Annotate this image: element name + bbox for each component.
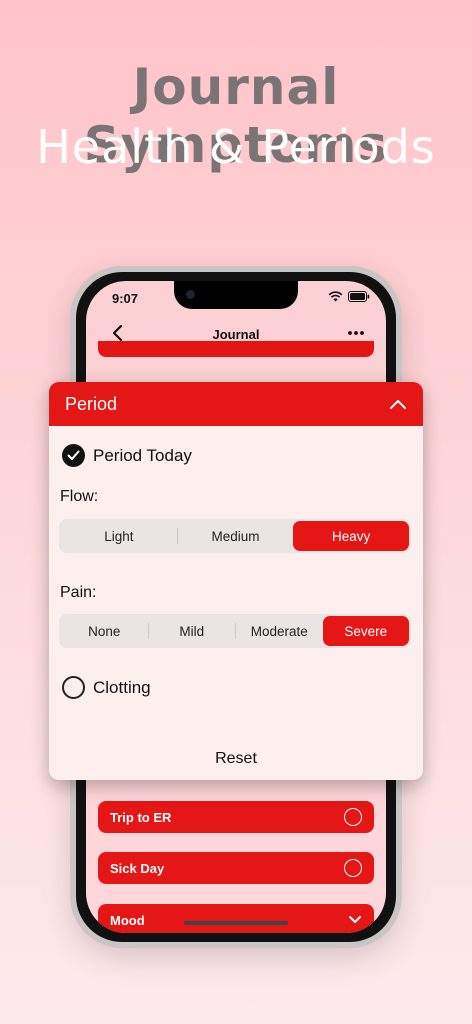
period-card-header[interactable]: Period (49, 382, 423, 426)
pain-segmented-control: None Mild Moderate Severe (59, 614, 411, 648)
pain-option-severe[interactable]: Severe (322, 616, 409, 646)
pain-option-mild[interactable]: Mild (149, 616, 236, 646)
home-indicator (184, 921, 288, 925)
status-time: 9:07 (112, 291, 139, 306)
period-card-title: Period (65, 393, 118, 414)
flow-label: Flow: (60, 488, 99, 505)
flow-option-medium[interactable]: Medium (178, 521, 294, 551)
notch (174, 281, 298, 309)
clotting-label: Clotting (93, 677, 151, 697)
hero-subtitle: Health & Periods (36, 120, 436, 174)
camera-icon (186, 290, 195, 299)
empty-circle-icon[interactable] (62, 676, 85, 699)
collapsed-section-bar (98, 341, 374, 357)
sick-day-row[interactable]: Sick Day (98, 852, 374, 884)
checkmark-circle-icon[interactable] (62, 444, 85, 467)
period-today-label: Period Today (93, 445, 192, 465)
pain-label: Pain: (60, 584, 97, 601)
wifi-icon (328, 291, 343, 302)
mood-label: Mood (110, 912, 145, 928)
sick-day-radio-icon[interactable] (344, 859, 362, 877)
flow-option-light[interactable]: Light (61, 521, 177, 551)
sick-day-label: Sick Day (110, 860, 165, 876)
reset-button[interactable]: Reset (49, 750, 423, 768)
mood-row[interactable]: Mood (98, 904, 374, 933)
clotting-checkbox[interactable]: Clotting (62, 676, 151, 699)
flow-segmented-control: Light Medium Heavy (59, 519, 411, 553)
trip-to-er-radio-icon[interactable] (344, 808, 362, 826)
trip-to-er-label: Trip to ER (110, 809, 172, 825)
nav-title: Journal (212, 327, 260, 342)
pain-option-none[interactable]: None (61, 616, 148, 646)
pain-option-moderate[interactable]: Moderate (236, 616, 323, 646)
more-icon[interactable] (346, 323, 366, 343)
period-card: Period Period Today Flow: Light Medium H… (49, 382, 423, 780)
flow-option-heavy[interactable]: Heavy (293, 521, 410, 551)
chevron-down-icon[interactable] (348, 915, 362, 925)
chevron-up-icon[interactable] (389, 398, 407, 410)
period-today-checkbox[interactable]: Period Today (62, 444, 192, 467)
battery-icon (348, 291, 370, 302)
status-icons (328, 291, 370, 302)
trip-to-er-row[interactable]: Trip to ER (98, 801, 374, 833)
